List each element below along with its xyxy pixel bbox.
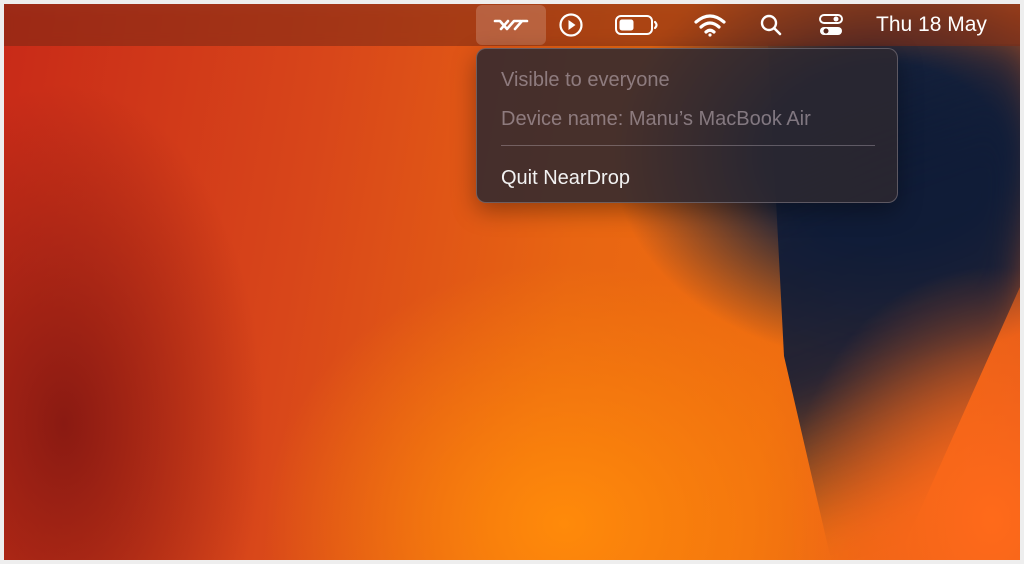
menubar-clock: Thu 18 May [876, 13, 987, 36]
wifi-menu-extra[interactable] [692, 4, 728, 46]
control-center-menu-extra[interactable] [814, 4, 848, 46]
menu-item-quit[interactable]: Quit NearDrop [501, 167, 630, 190]
media-menu-extra[interactable] [554, 4, 588, 46]
wifi-icon [694, 14, 726, 37]
menu-item-visibility: Visible to everyone [501, 69, 670, 91]
neardrop-icon [493, 19, 529, 31]
screenshot-frame: Thu 18 May Visible to everyone Device na… [0, 0, 1024, 564]
search-icon [760, 14, 782, 36]
menu-item-device-name: Device name: Manu’s MacBook Air [501, 108, 811, 130]
desktop: Thu 18 May Visible to everyone Device na… [4, 4, 1020, 560]
battery-menu-extra[interactable] [612, 4, 662, 46]
clock-menu-extra[interactable]: Thu 18 May [876, 4, 1020, 46]
battery-icon [615, 15, 658, 35]
play-circle-icon [559, 13, 583, 37]
neardrop-menu: Visible to everyone Device name: Manu’s … [476, 48, 898, 203]
neardrop-menu-extra[interactable] [476, 5, 546, 45]
control-center-icon [819, 14, 843, 35]
spotlight-menu-extra[interactable] [756, 4, 786, 46]
wallpaper-glow [784, 264, 1020, 560]
menu-bar: Thu 18 May [4, 4, 1020, 46]
menu-separator [501, 145, 875, 146]
